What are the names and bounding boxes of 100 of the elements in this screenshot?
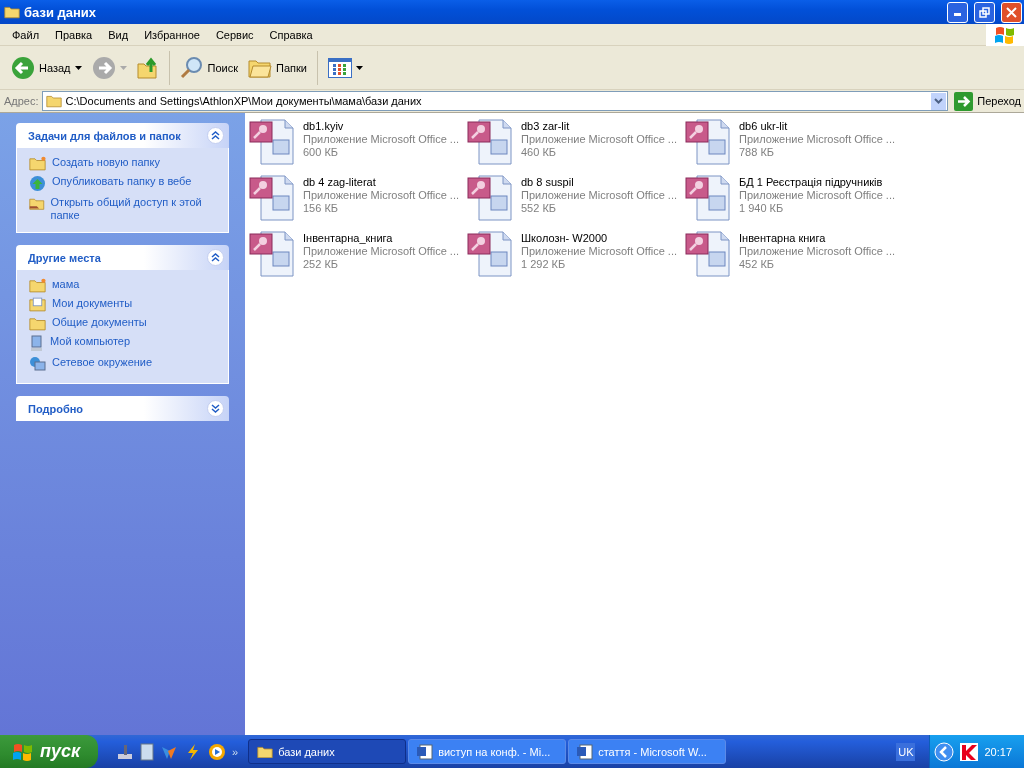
restore-button[interactable] <box>974 1 995 23</box>
folders-button[interactable]: Папки <box>245 54 310 81</box>
task-link[interactable]: Создать новую папку <box>29 156 218 171</box>
menu-item[interactable]: Вид <box>100 26 137 43</box>
caret-icon <box>355 65 363 70</box>
folder-icon <box>257 744 274 759</box>
go-button[interactable]: Переход <box>951 91 1024 111</box>
restore-icon <box>979 6 990 18</box>
file-type: Приложение Microsoft Office ... <box>521 133 677 146</box>
menu-item[interactable]: Сервис <box>207 26 262 43</box>
panel-title[interactable]: Задачи для файлов и папок <box>28 129 181 142</box>
file-type: Приложение Microsoft Office ... <box>303 189 459 202</box>
language-indicator[interactable]: UK <box>896 742 916 761</box>
collapse-button[interactable] <box>207 249 224 266</box>
task-link[interactable]: Опубликовать папку в вебе <box>29 175 218 192</box>
media-player-icon[interactable] <box>208 742 226 761</box>
file-size: 460 КБ <box>521 146 558 159</box>
dropdown-button[interactable] <box>931 92 947 110</box>
taskbar-button[interactable]: стаття - Microsoft W... <box>568 739 727 764</box>
caret-icon <box>119 65 127 70</box>
clock: 20:17 <box>984 745 1012 758</box>
calculator-icon[interactable] <box>140 742 154 761</box>
address-label: Адрес: <box>4 95 39 107</box>
file-item[interactable]: Школозн- W2000 Приложение Microsoft Office ... 1 292 КБ <box>467 230 685 286</box>
file-name: db 4 zag-literat <box>303 176 377 189</box>
panel-title[interactable]: Другие места <box>28 251 101 264</box>
file-name: db3 zar-lit <box>521 120 571 133</box>
file-name: db 8 suspil <box>521 176 575 189</box>
back-button[interactable]: Назад <box>8 53 85 82</box>
taskbar-button[interactable]: бази даних <box>248 739 407 764</box>
network-icon <box>29 356 46 373</box>
file-type: Приложение Microsoft Office ... <box>739 133 895 146</box>
views-icon <box>327 57 352 78</box>
document-icon <box>417 743 434 760</box>
file-size: 156 КБ <box>303 202 340 215</box>
close-icon <box>1006 6 1017 18</box>
file-type: Приложение Microsoft Office ... <box>303 245 459 258</box>
double-chevron-up-icon <box>211 131 220 140</box>
globe-icon <box>29 175 46 192</box>
file-item[interactable]: Інвентарна_книга Приложение Microsoft Office ... 252 КБ <box>249 230 467 286</box>
file-type: Приложение Microsoft Office ... <box>521 245 677 258</box>
file-size: 1 292 КБ <box>521 258 567 271</box>
file-size: 600 КБ <box>303 146 340 159</box>
document-icon <box>577 743 594 760</box>
file-item[interactable]: db3 zar-lit Приложение Microsoft Office ... 460 КБ <box>467 118 685 174</box>
menu-item[interactable]: Справка <box>261 26 321 43</box>
k-shield-icon[interactable] <box>960 742 979 761</box>
file-item[interactable]: Інвентарна книга Приложение Microsoft Office ... 452 КБ <box>685 230 903 286</box>
menu-item[interactable]: Файл <box>4 26 48 43</box>
expand-button[interactable] <box>207 400 224 417</box>
file-size: 252 КБ <box>303 258 340 271</box>
search-button[interactable]: Поиск <box>176 53 241 82</box>
file-type: Приложение Microsoft Office ... <box>739 189 895 202</box>
address-field[interactable]: C:\Documents and Settings\AthlonXP\Мои документы\мама\бази даних <box>41 91 949 111</box>
file-item[interactable]: db6 ukr-lit Приложение Microsoft Office ... 788 КБ <box>685 118 903 174</box>
file-item[interactable]: db1.kyiv Приложение Microsoft Office ... 600 КБ <box>249 118 467 174</box>
file-type: Приложение Microsoft Office ... <box>739 245 895 258</box>
file-name: Школозн- W2000 <box>521 232 609 245</box>
folder-icon <box>29 156 46 171</box>
task-link[interactable]: Сетевое окружение <box>29 356 218 373</box>
file-name: db1.kyiv <box>303 120 345 133</box>
panel-title[interactable]: Подробно <box>28 402 84 415</box>
file-item[interactable]: БД 1 Реєстрація підручників Приложение Microsoft Office ... 1 940 КБ <box>685 174 903 230</box>
file-name: db6 ukr-lit <box>739 120 789 133</box>
menu-item[interactable]: Правка <box>47 26 101 43</box>
double-chevron-up-icon <box>211 253 220 262</box>
double-chevron-down-icon <box>211 404 220 413</box>
chevron-down-icon <box>934 98 944 104</box>
file-name: Інвентарна книга <box>739 232 827 245</box>
joystick-icon[interactable] <box>116 742 134 761</box>
caret-icon <box>74 65 82 70</box>
task-link[interactable]: Открыть общий доступ к этой папке <box>29 196 218 222</box>
task-link[interactable]: Мои документы <box>29 297 218 312</box>
file-size: 552 КБ <box>521 202 558 215</box>
close-button[interactable] <box>1001 1 1022 23</box>
file-item[interactable]: db 4 zag-literat Приложение Microsoft Office ... 156 КБ <box>249 174 467 230</box>
file-item[interactable]: db 8 suspil Приложение Microsoft Office ... 552 КБ <box>467 174 685 230</box>
computer-icon <box>29 335 44 352</box>
window-title: бази даних <box>24 4 98 20</box>
folder-icon <box>45 94 62 108</box>
task-link[interactable]: Мой компьютер <box>29 335 218 352</box>
menu-item[interactable]: Избранное <box>136 26 208 43</box>
documents-icon <box>29 297 46 312</box>
flag-logo <box>986 23 1024 46</box>
file-type: Приложение Microsoft Office ... <box>303 133 459 146</box>
minimize-button[interactable] <box>947 1 968 23</box>
more-button[interactable]: » <box>232 745 239 758</box>
folder-up-arrow-icon <box>136 55 159 80</box>
shared-folder-icon <box>29 196 45 211</box>
start-button[interactable]: пуск <box>0 735 98 768</box>
file-name: БД 1 Реєстрація підручників <box>739 176 884 189</box>
task-link[interactable]: мама <box>29 278 218 293</box>
taskbar-button[interactable]: виступ на конф. - Mi... <box>408 739 567 764</box>
collapse-button[interactable] <box>207 127 224 144</box>
file-size: 788 КБ <box>739 146 776 159</box>
file-type: Приложение Microsoft Office ... <box>521 189 677 202</box>
task-link[interactable]: Общие документы <box>29 316 218 331</box>
folder-icon <box>4 5 20 19</box>
flag-logo <box>12 741 34 762</box>
search-icon <box>179 55 204 80</box>
